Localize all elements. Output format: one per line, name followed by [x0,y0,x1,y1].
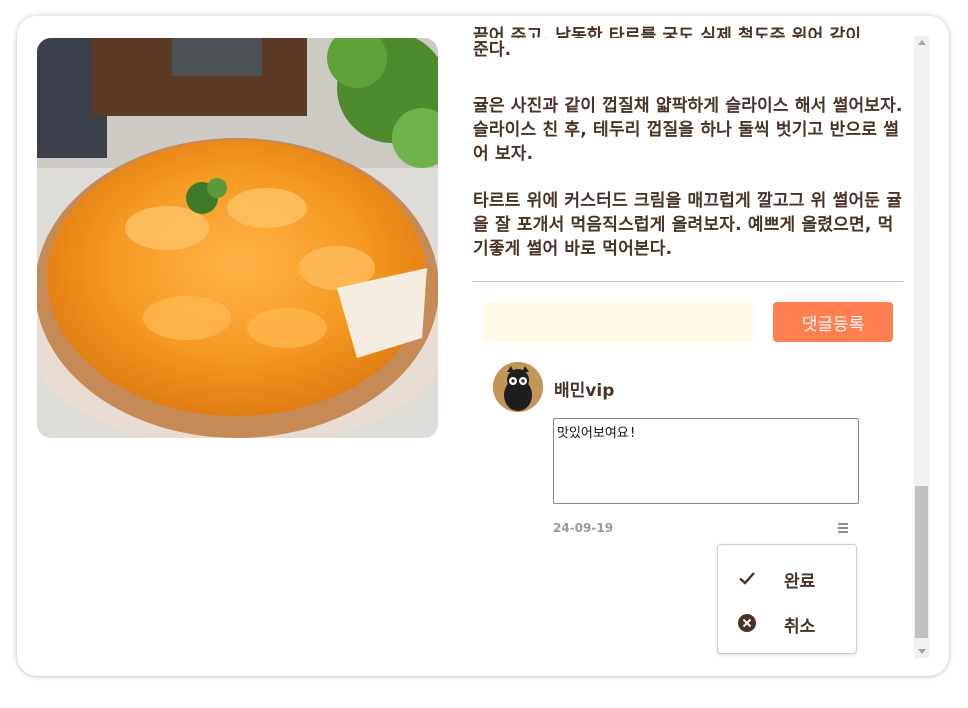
comment-edit-textarea[interactable] [553,418,859,504]
menu-item-label: 완료 [784,572,816,592]
more-menu-icon[interactable] [835,519,853,537]
post-paragraph: 귤은 사진과 같이 껍질채 얇팍하게 슬라이스 해서 썰어보자. 슬라이스 친 … [473,96,903,164]
divider [473,281,903,282]
comment-date: 24-09-19 [553,521,614,535]
comment-action-menu: 완료 취소 [717,544,857,654]
vertical-scrollbar[interactable] [914,36,929,658]
cancel-circle-icon [738,614,756,632]
orange-tart-image [37,38,438,438]
comment-item: 배민vip 24-09-19 완료 취소 [493,362,893,662]
menu-item-label: 취소 [784,617,816,637]
post-paragraph: 끝어 주고, 남동한 타르를 궁도 심제 철도주 위어 같이 준다. [473,26,862,60]
post-cut-line: 끝어 주고, 남동한 타르를 궁도 심제 철도주 위어 같이 [473,26,862,38]
scroll-down-arrow-icon[interactable] [914,646,929,658]
comment-input[interactable] [483,302,753,342]
avatar [493,362,543,412]
post-detail-modal: 끝어 주고, 남동한 타르를 궁도 심제 철도주 위어 같이 준다. 귤은 사진… [17,16,949,676]
scroll-up-arrow-icon[interactable] [914,36,929,48]
check-icon [739,572,755,585]
menu-item-complete[interactable]: 완료 [718,555,856,599]
scrollbar-thumb[interactable] [915,486,928,638]
comment-username: 배민vip [554,381,615,401]
menu-item-cancel[interactable]: 취소 [718,600,856,644]
comment-submit-button[interactable]: 댓글등록 [773,302,893,342]
post-content: 끝어 주고, 남동한 타르를 궁도 심제 철도주 위어 같이 준다. 귤은 사진… [473,16,913,676]
post-paragraph: 타르트 위에 커스터드 크림을 매끄럽게 깔고그 위 썰어둔 귤을 잘 포개서 … [473,191,903,259]
